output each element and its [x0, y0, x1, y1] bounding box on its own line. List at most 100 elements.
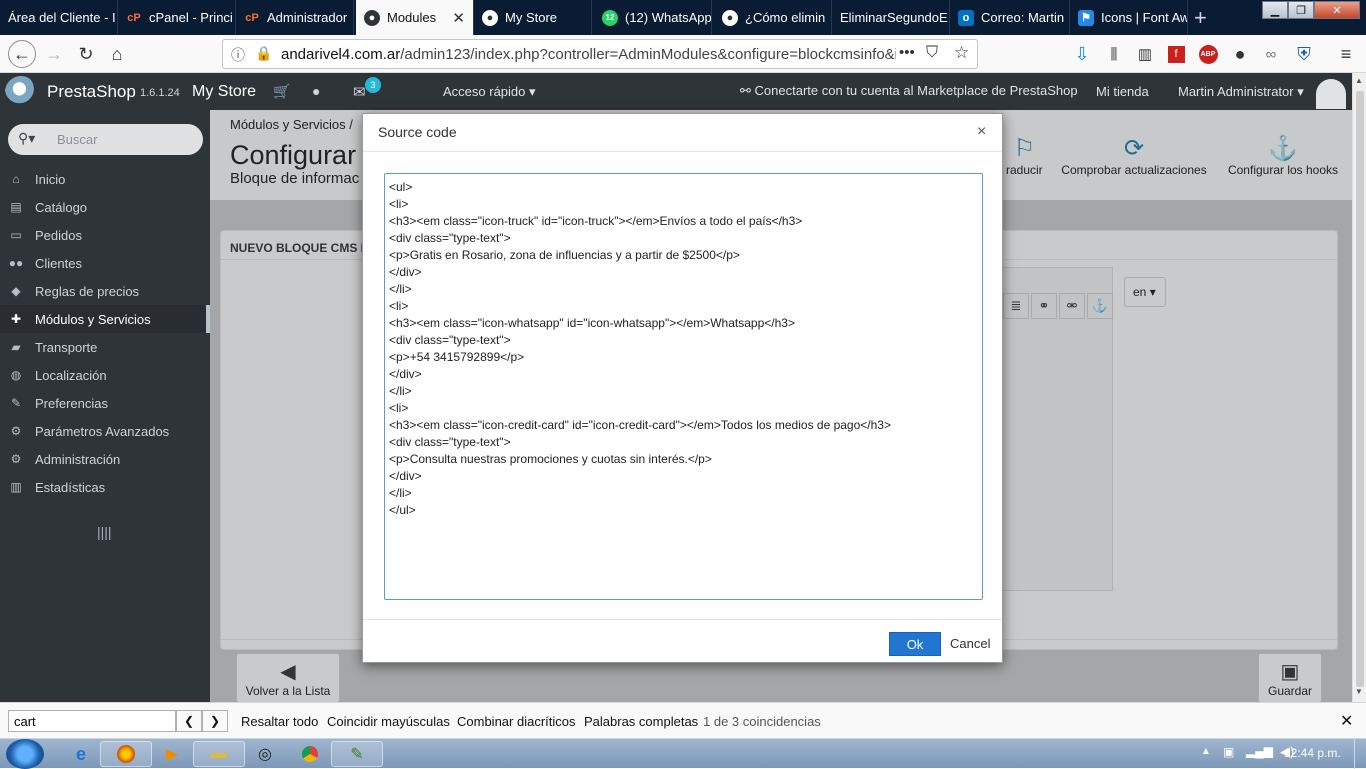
download-icon[interactable]: ⇩ — [1070, 42, 1094, 66]
unlink-icon[interactable]: ⚮ — [1059, 293, 1085, 319]
my-shop-link[interactable]: Mi tienda — [1096, 84, 1149, 99]
tab-modules[interactable]: ● Modules ✕ — [356, 0, 474, 35]
configure-hooks-button[interactable]: ⚓ Configurar los hooks — [1222, 134, 1344, 177]
user-icon[interactable]: ● — [312, 83, 320, 99]
close-window-button[interactable]: ✕ — [1314, 1, 1360, 19]
scroll-up-icon[interactable]: ▲ — [1355, 76, 1363, 85]
notepad-icon[interactable]: ✎ — [331, 741, 383, 767]
close-tab-icon[interactable]: ✕ — [452, 9, 465, 27]
find-previous-icon[interactable]: ❮ — [176, 710, 202, 732]
match-case-toggle[interactable]: Coincidir mayúsculas — [327, 714, 450, 729]
show-desktop-button[interactable] — [1354, 739, 1366, 769]
tab-whatsapp[interactable]: 12 (12) WhatsApp — [594, 0, 712, 35]
save-button[interactable]: ▣ Guardar — [1258, 653, 1322, 703]
tray-expand-icon[interactable]: ▲ — [1201, 746, 1211, 757]
sidebar-item-pedidos[interactable]: ▭ Pedidos — [0, 221, 210, 249]
sidebar-toggle-icon[interactable]: ▥ — [1133, 42, 1157, 66]
cart-icon[interactable]: 🛒 — [273, 83, 290, 100]
chrome-icon[interactable] — [284, 741, 336, 767]
forward-icon[interactable]: → — [42, 42, 66, 66]
reload-icon[interactable]: ↻ — [74, 42, 98, 66]
shield-icon[interactable]: ⛨ — [1292, 42, 1316, 66]
sidebar-item-estadisticas[interactable]: ▥ Estadísticas — [0, 473, 210, 501]
match-diacritics-toggle[interactable]: Combinar diacríticos — [457, 714, 576, 729]
file-explorer-icon[interactable]: ▬ — [193, 741, 245, 767]
hamburger-menu-icon[interactable]: ≡ — [1334, 42, 1358, 66]
collapse-sidebar-icon[interactable]: |||| — [97, 524, 112, 540]
back-icon[interactable]: ← — [8, 40, 36, 68]
search-icon[interactable]: ⚲▾ — [18, 130, 35, 147]
start-button[interactable] — [6, 739, 44, 769]
sidebar-item-catalogo[interactable]: ▤ Catálogo — [0, 193, 210, 221]
clock[interactable]: 12:44 p.m. — [1284, 746, 1341, 760]
url-text[interactable]: andarivel4.com.ar/admin123/index.php?con… — [281, 46, 896, 63]
tab-icons-font-awesome[interactable]: ⚑ Icons | Font Aw — [1070, 0, 1188, 35]
maximize-button[interactable]: ❐ — [1288, 1, 1314, 19]
find-input[interactable] — [8, 710, 176, 732]
align-justify-icon[interactable]: ≣ — [1003, 293, 1029, 319]
sidebar-item-inicio[interactable]: ⌂ Inicio — [0, 165, 210, 193]
pocket-icon[interactable]: ⛉ — [926, 44, 938, 62]
tab-como-eliminar[interactable]: ● ¿Cómo elimin — [714, 0, 832, 35]
close-icon[interactable]: × — [977, 123, 986, 141]
tab-cpanel[interactable]: cP cPanel - Princi — [118, 0, 236, 35]
ok-button[interactable]: Ok — [889, 632, 941, 656]
sidebar-item-modulos[interactable]: ✚ Módulos y Servicios — [0, 305, 210, 333]
cancel-button[interactable]: Cancel — [950, 636, 990, 651]
mail-count-badge: 3 — [365, 77, 381, 93]
insecure-lock-icon[interactable]: 🔒 — [255, 45, 272, 62]
check-updates-button[interactable]: ⟳ Comprobar actualizaciones — [1058, 134, 1210, 177]
sidebar-search[interactable]: ⚲▾ Buscar — [8, 124, 203, 155]
tab-administrador[interactable]: cP Administrador — [236, 0, 354, 35]
mail-icon[interactable]: ✉ — [353, 83, 366, 101]
sidebar-item-parametros[interactable]: ⚙ Parámetros Avanzados — [0, 417, 210, 445]
extension-icon[interactable]: ∞ — [1259, 42, 1283, 66]
library-icon[interactable]: ⫼ — [1102, 42, 1126, 66]
quick-access-menu[interactable]: Acceso rápido ▾ — [443, 84, 536, 100]
link-icon[interactable]: ⚭ — [1031, 293, 1057, 319]
new-tab-button[interactable]: + — [1194, 5, 1207, 31]
avatar[interactable] — [1316, 79, 1346, 109]
sidebar-item-clientes[interactable]: ●● Clientes — [0, 249, 210, 277]
adblock-icon[interactable]: ABP — [1198, 44, 1218, 64]
anchor-icon[interactable]: ⚓ — [1087, 293, 1113, 319]
tray-app-icon[interactable]: ▣ — [1223, 745, 1234, 759]
flash-icon[interactable]: f — [1167, 45, 1185, 63]
firefox-icon[interactable] — [100, 741, 152, 767]
sidebar-item-reglas[interactable]: ◆ Reglas de precios — [0, 277, 210, 305]
sidebar-item-transporte[interactable]: ▰ Transporte — [0, 333, 210, 361]
breadcrumb-item[interactable]: Módulos y Servicios — [230, 117, 346, 132]
network-icon[interactable]: ▂▄▆ — [1246, 744, 1273, 758]
close-find-bar-icon[interactable]: ✕ — [1340, 711, 1353, 731]
whole-words-toggle[interactable]: Palabras completas — [584, 714, 698, 729]
sidebar-item-localizacion[interactable]: ◍ Localización — [0, 361, 210, 389]
language-select[interactable]: en ▾ — [1124, 277, 1166, 307]
url-bar[interactable]: ⓘ 🔒 andarivel4.com.ar/admin123/index.php… — [222, 39, 978, 69]
refresh-icon: ⟳ — [1123, 135, 1145, 162]
find-next-icon[interactable]: ❯ — [202, 710, 228, 732]
tab-my-store[interactable]: ● My Store — [474, 0, 592, 35]
scrollbar-thumb[interactable] — [1356, 91, 1364, 687]
source-code-textarea[interactable] — [384, 173, 983, 600]
store-name[interactable]: My Store — [192, 83, 256, 101]
account-icon[interactable]: ● — [1228, 42, 1252, 66]
scroll-down-icon[interactable]: ▼ — [1355, 687, 1363, 696]
media-player-icon[interactable]: ▶ — [146, 741, 198, 767]
sidebar-item-preferencias[interactable]: ✎ Preferencias — [0, 389, 210, 417]
sidebar-item-administracion[interactable]: ⚙ Administración — [0, 445, 210, 473]
highlight-all-toggle[interactable]: Resaltar todo — [241, 714, 318, 729]
page-actions-icon[interactable]: ••• — [899, 44, 915, 61]
minimize-button[interactable]: ▁ — [1262, 1, 1288, 19]
translate-button[interactable]: ⚐ raducir — [1006, 134, 1043, 177]
tab-area-cliente[interactable]: Área del Cliente - I — [0, 0, 118, 35]
page-scrollbar[interactable]: ▲ ▼ — [1352, 73, 1366, 702]
tab-correo[interactable]: o Correo: Martin — [950, 0, 1070, 35]
marketplace-link[interactable]: ⚯ Conectarte con tu cuenta al Marketplac… — [740, 83, 1078, 99]
tab-eliminar-segundo[interactable]: EliminarSegundoE — [832, 0, 950, 35]
info-icon[interactable]: ⓘ — [231, 45, 245, 65]
user-menu[interactable]: Martin Administrator ▾ — [1178, 84, 1304, 100]
home-icon[interactable]: ⌂ — [105, 42, 129, 66]
bookmark-star-icon[interactable]: ☆ — [954, 43, 969, 63]
back-to-list-button[interactable]: ◀ Volver a la Lista — [236, 653, 340, 703]
toolbar-label: raducir — [1006, 163, 1043, 177]
